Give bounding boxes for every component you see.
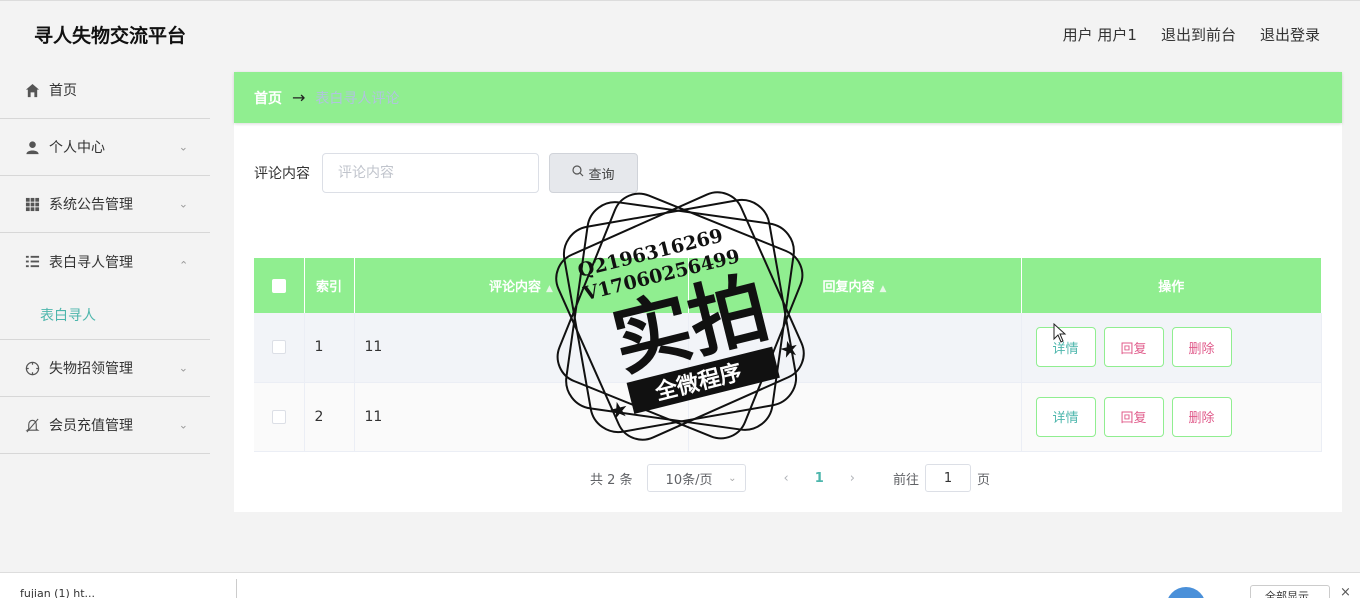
breadcrumb-current: 表白寻人评论 — [315, 90, 400, 107]
breadcrumb: 首页 → 表白寻人评论 — [234, 72, 1342, 123]
top-right-menu: 用户 用户1 退出到前台 退出登录 — [1063, 24, 1320, 45]
sort-icon: ▲ — [546, 284, 553, 294]
browser-icon[interactable] — [1166, 587, 1206, 598]
header-comment[interactable]: 评论内容 ▲ — [354, 258, 689, 313]
cell-comment: 11 — [354, 313, 689, 383]
row-checkbox-cell — [254, 313, 305, 383]
grid-icon — [24, 196, 40, 212]
prev-page-icon[interactable]: ‹ — [784, 471, 789, 486]
sidebar-item-notice[interactable]: 系统公告管理 ⌄ — [0, 176, 210, 233]
sidebar-item-home[interactable]: 首页 — [0, 62, 210, 119]
delete-button[interactable]: 删除 — [1171, 327, 1232, 368]
close-icon[interactable]: × — [1340, 585, 1351, 598]
chevron-down-icon: ⌄ — [178, 418, 188, 432]
sidebar-item-lost-found[interactable]: 失物招领管理 ⌄ — [0, 340, 210, 397]
reply-button[interactable]: 回复 — [1103, 327, 1164, 368]
sidebar-item-label: 表白寻人管理 — [49, 254, 133, 271]
bell-off-icon — [24, 417, 40, 433]
sidebar-item-label: 个人中心 — [49, 140, 105, 156]
table-header-row: 索引 评论内容 ▲ 回复内容 ▲ 操作 — [254, 258, 1322, 313]
pagination: 共 2 条 10条/页 ⌄ ‹ 1 › 前往 页 — [590, 464, 990, 492]
row-checkbox[interactable] — [271, 409, 286, 424]
compass-icon — [24, 360, 40, 376]
chevron-down-icon: ⌄ — [178, 197, 188, 211]
sidebar-item-personal[interactable]: 个人中心 ⌄ — [0, 119, 210, 176]
header-index: 索引 — [304, 258, 355, 313]
page-size-select[interactable]: 10条/页 ⌄ — [646, 464, 746, 492]
table-row: 1 11 详情 回复 删除 — [254, 313, 1322, 383]
search-label: 评论内容 — [254, 166, 310, 182]
goto-page-input[interactable] — [925, 464, 972, 492]
divider — [236, 579, 237, 598]
logout-link[interactable]: 退出登录 — [1260, 24, 1320, 45]
breadcrumb-home[interactable]: 首页 — [254, 88, 282, 108]
cell-reply — [688, 382, 1022, 452]
cell-comment: 11 — [354, 382, 689, 452]
search-button[interactable]: 查询 — [549, 153, 638, 193]
cell-index: 1 — [304, 313, 355, 383]
row-checkbox-cell — [254, 382, 305, 452]
header-actions: 操作 — [1021, 258, 1322, 313]
download-file-name[interactable]: fujian (1) ht... — [20, 587, 220, 598]
breadcrumb-separator: → — [292, 88, 306, 107]
search-icon — [572, 165, 584, 181]
show-all-button[interactable]: 全部显示 — [1250, 585, 1330, 598]
table-row: 2 11 详情 回复 删除 — [254, 382, 1322, 452]
chevron-down-icon: ⌄ — [178, 140, 188, 154]
search-input[interactable] — [322, 153, 539, 193]
main-panel: 首页 → 表白寻人评论 评论内容 查询 索引 评论内容▲ 回复内容▲ 操作 — [234, 72, 1342, 512]
back-to-front-link[interactable]: 退出到前台 — [1161, 24, 1236, 45]
user-label[interactable]: 用户 用户1 — [1063, 24, 1137, 45]
user-icon — [24, 139, 40, 155]
header-reply[interactable]: 回复内容 ▲ — [688, 258, 1022, 313]
list-icon — [24, 254, 40, 270]
page-size-value: 10条/页 — [665, 472, 713, 488]
search-button-label: 查询 — [588, 167, 615, 183]
sidebar-item-label: 失物招领管理 — [49, 361, 133, 377]
next-page-icon[interactable]: › — [850, 471, 855, 486]
download-bar: fujian (1) ht... 全部显示 × — [0, 572, 1360, 598]
chevron-down-icon: ⌄ — [178, 361, 188, 375]
cell-actions: 详情 回复 删除 — [1021, 382, 1322, 452]
select-all-checkbox[interactable] — [271, 278, 286, 293]
row-checkbox[interactable] — [271, 340, 286, 355]
sidebar-item-label: 首页 — [49, 83, 77, 99]
reply-button[interactable]: 回复 — [1103, 396, 1164, 437]
home-icon — [24, 82, 40, 98]
sidebar-item-label: 会员充值管理 — [49, 418, 133, 434]
pagination-total: 共 2 条 — [590, 472, 633, 488]
header-checkbox-cell — [254, 258, 305, 313]
chevron-up-icon: ⌄ — [178, 257, 188, 271]
delete-button[interactable]: 删除 — [1171, 396, 1232, 437]
cell-reply — [688, 313, 1022, 383]
detail-button[interactable]: 详情 — [1035, 396, 1096, 437]
app-title: 寻人失物交流平台 — [34, 25, 187, 47]
comments-table: 索引 评论内容 ▲ 回复内容 ▲ 操作 1 11 详情 回复 删除 2 11 详… — [254, 258, 1322, 452]
top-bar: 寻人失物交流平台 用户 用户1 退出到前台 退出登录 — [0, 0, 1360, 64]
sidebar-subitem-confession[interactable]: 表白寻人 — [0, 290, 210, 340]
search-form: 评论内容 查询 — [254, 153, 638, 193]
sort-icon: ▲ — [879, 284, 887, 294]
sidebar-item-label: 系统公告管理 — [49, 197, 133, 213]
sidebar: 首页 个人中心 ⌄ 系统公告管理 ⌄ 表白寻人管理 ⌄ 表白寻人 失物招领管理 … — [0, 62, 210, 454]
chevron-down-icon: ⌄ — [728, 472, 737, 484]
mouse-cursor-icon — [1053, 322, 1067, 343]
page-number[interactable]: 1 — [815, 471, 824, 486]
goto-label: 前往 — [893, 472, 920, 488]
sidebar-item-confession[interactable]: 表白寻人管理 ⌄ — [0, 233, 210, 290]
page-suffix: 页 — [977, 472, 991, 488]
cell-index: 2 — [304, 382, 355, 452]
sidebar-item-recharge[interactable]: 会员充值管理 ⌄ — [0, 397, 210, 454]
